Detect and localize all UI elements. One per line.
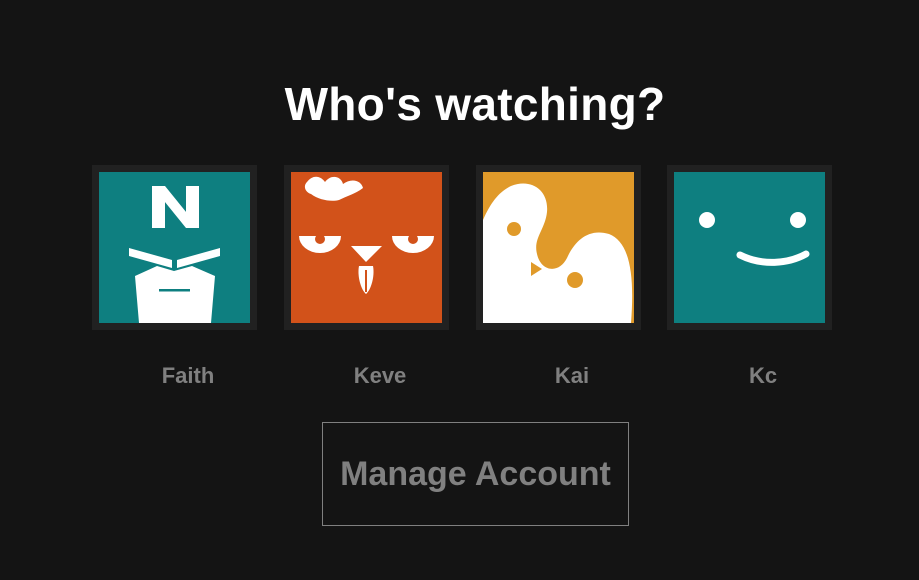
profile-avatar-frame[interactable] — [92, 165, 257, 330]
profile-avatar-frame[interactable] — [667, 165, 832, 330]
smiley-face-icon — [674, 172, 825, 323]
page-title: Who's watching? — [284, 78, 666, 130]
profile-name: Faith — [161, 363, 215, 388]
profile-card-kai[interactable]: Kai — [476, 165, 641, 388]
bird-shapes-icon — [483, 172, 634, 323]
profile-card-kc[interactable]: Kc — [667, 165, 832, 388]
profile-avatar-frame[interactable] — [476, 165, 641, 330]
profile-card-keve[interactable]: Keve — [284, 165, 449, 388]
masked-hero-icon — [99, 172, 250, 323]
profile-name: Keve — [353, 363, 407, 388]
profile-name: Kai — [554, 363, 590, 388]
manage-account-button[interactable]: Manage Account — [322, 422, 629, 526]
profile-name: Kc — [748, 363, 778, 388]
profile-selection-page: Who's watching? Faith Keve Kai Kc Manage… — [0, 0, 919, 580]
profile-avatar-frame[interactable] — [284, 165, 449, 330]
chicken-face-icon — [291, 172, 442, 323]
profile-card-faith[interactable]: Faith — [92, 165, 257, 388]
